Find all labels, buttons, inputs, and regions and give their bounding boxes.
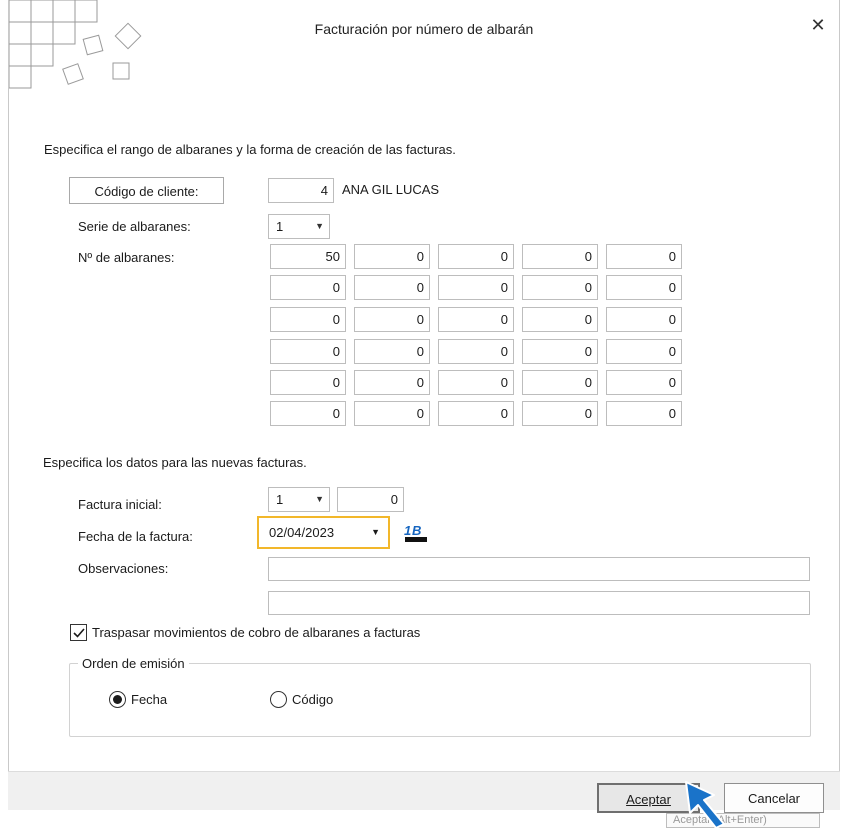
client-code-button[interactable]: Código de cliente:	[69, 177, 224, 204]
albaran-cell[interactable]: 0	[270, 275, 346, 300]
fecha-label: Fecha de la factura:	[78, 529, 193, 544]
cancel-button[interactable]: Cancelar	[724, 783, 824, 813]
pointer-arrow-icon	[685, 781, 725, 828]
albaran-cell[interactable]: 0	[522, 370, 598, 395]
albaran-cell[interactable]: 0	[354, 275, 430, 300]
albaran-cell[interactable]: 0	[438, 339, 514, 364]
albaran-cell[interactable]: 0	[438, 370, 514, 395]
traspasar-checkbox[interactable]	[70, 624, 87, 641]
albaran-cell[interactable]: 0	[522, 275, 598, 300]
albaran-cell[interactable]: 0	[438, 401, 514, 426]
orden-emision-group	[69, 663, 811, 737]
observaciones-line1[interactable]	[268, 557, 810, 581]
factura-numero-field[interactable]: 0	[337, 487, 404, 512]
albaran-cell[interactable]: 0	[522, 244, 598, 269]
chevron-down-icon: ▼	[315, 494, 324, 504]
albaranes-label: Nº de albaranes:	[78, 250, 175, 265]
albaran-cell[interactable]: 0	[606, 307, 682, 332]
albaran-cell[interactable]: 0	[354, 370, 430, 395]
section-heading-range: Especifica el rango de albaranes y la fo…	[44, 142, 456, 157]
albaran-cell[interactable]: 0	[606, 370, 682, 395]
albaran-cell[interactable]: 0	[606, 244, 682, 269]
serie-label: Serie de albaranes:	[78, 219, 191, 234]
fecha-value: 02/04/2023	[269, 525, 335, 540]
albaran-cell[interactable]: 0	[606, 401, 682, 426]
chevron-down-icon: ▼	[315, 221, 324, 231]
albaran-cell[interactable]: 0	[270, 370, 346, 395]
section-heading-invoices: Especifica los datos para las nuevas fac…	[43, 455, 307, 470]
fecha-field-highlight[interactable]: 02/04/2023 ▼	[257, 516, 390, 549]
svg-text:B: B	[412, 523, 421, 538]
observaciones-line2[interactable]	[268, 591, 810, 615]
accept-button-label: Aceptar	[626, 792, 671, 807]
albaran-cell[interactable]: 0	[438, 275, 514, 300]
radio-fecha-label: Fecha	[131, 692, 168, 707]
close-icon[interactable]: ✕	[807, 14, 829, 36]
fecha-input[interactable]: 02/04/2023 ▼	[265, 520, 382, 545]
albaran-cell[interactable]: 0	[270, 307, 346, 332]
albaran-cell[interactable]: 0	[354, 401, 430, 426]
albaran-cell[interactable]: 0	[606, 339, 682, 364]
svg-text:1: 1	[404, 523, 411, 538]
albaran-cell[interactable]: 0	[522, 401, 598, 426]
radio-codigo-label: Código	[292, 692, 334, 707]
albaran-cell[interactable]: 0	[438, 244, 514, 269]
albaran-cell[interactable]: 0	[606, 275, 682, 300]
albaran-cell[interactable]: 0	[438, 307, 514, 332]
client-code-field[interactable]: 4	[268, 178, 334, 203]
chevron-down-icon: ▼	[371, 527, 380, 537]
albaran-cell[interactable]: 0	[270, 401, 346, 426]
serie-select[interactable]: 1 ▼	[268, 214, 330, 239]
radio-fecha[interactable]	[109, 691, 126, 708]
radio-codigo[interactable]	[270, 691, 287, 708]
albaran-cell[interactable]: 0	[522, 339, 598, 364]
factura-serie-select[interactable]: 1 ▼	[268, 487, 330, 512]
checkmark-icon	[73, 628, 85, 638]
albaran-cell[interactable]: 0	[354, 307, 430, 332]
albaran-cell[interactable]: 0	[354, 244, 430, 269]
orden-emision-legend: Orden de emisión	[78, 656, 189, 671]
traspasar-label: Traspasar movimientos de cobro de albara…	[92, 625, 421, 640]
calendar-icon[interactable]: 1 B	[403, 522, 431, 544]
client-name: ANA GIL LUCAS	[342, 182, 440, 197]
dialog-title: Facturación por número de albarán	[314, 21, 534, 37]
factura-serie-value: 1	[276, 492, 284, 507]
serie-value: 1	[276, 219, 284, 234]
albaran-cell[interactable]: 0	[522, 307, 598, 332]
app-logo-icon	[9, 0, 142, 89]
albaran-cell[interactable]: 50	[270, 244, 346, 269]
radio-selected-dot	[113, 695, 122, 704]
observaciones-label: Observaciones:	[78, 561, 169, 576]
factura-inicial-label: Factura inicial:	[78, 497, 162, 512]
albaran-cell[interactable]: 0	[270, 339, 346, 364]
albaran-cell[interactable]: 0	[354, 339, 430, 364]
